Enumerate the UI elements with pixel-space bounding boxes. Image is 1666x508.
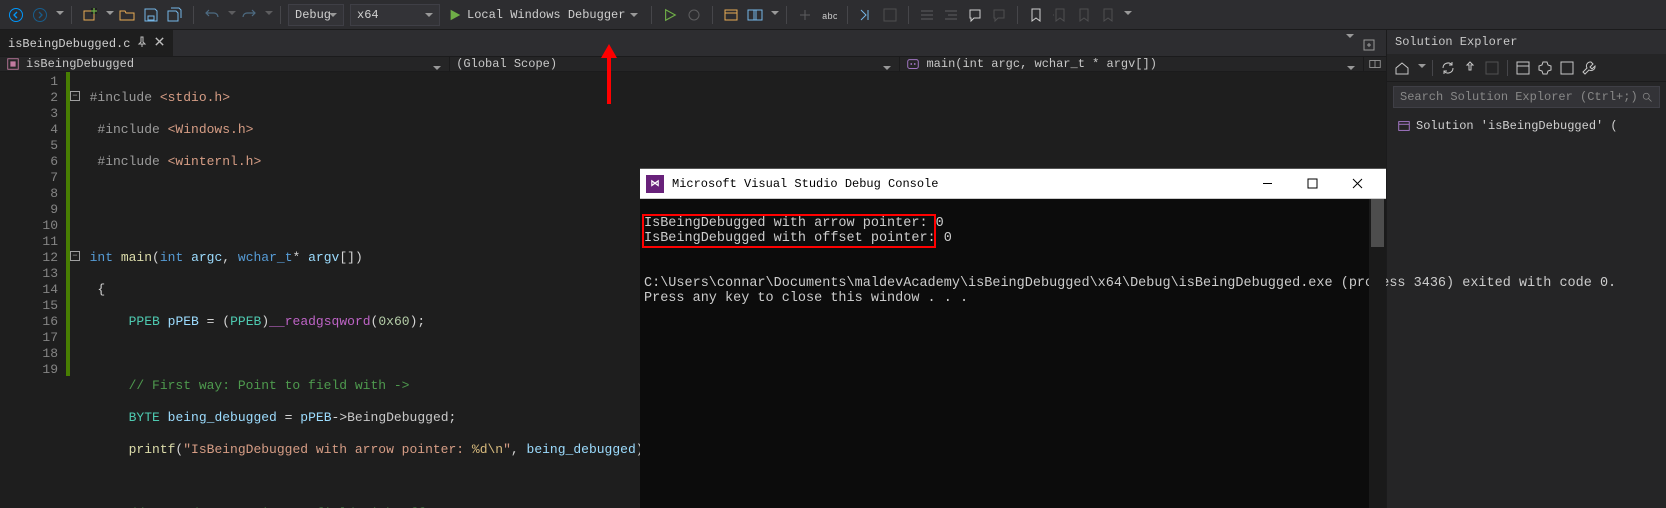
debug-console-window: ⋈ Microsoft Visual Studio Debug Console … [640,168,1386,508]
live-share-icon[interactable] [744,4,766,26]
file-tab[interactable]: isBeingDebugged.c [0,30,173,56]
refresh-icon[interactable] [1439,59,1457,77]
indent-more-icon[interactable] [940,4,962,26]
close-button[interactable] [1335,170,1380,198]
search-icon [1641,91,1653,103]
console-titlebar[interactable]: ⋈ Microsoft Visual Studio Debug Console [640,169,1386,199]
save-all-button[interactable] [164,4,186,26]
home-icon[interactable] [1393,59,1411,77]
nav-member-label: main(int argc, wchar_t * argv[]) [926,57,1156,71]
start-without-debug-button[interactable] [659,4,681,26]
svg-text:abc: abc [822,12,837,22]
active-files-dropdown[interactable] [1346,34,1354,42]
view-switch-dropdown[interactable] [1418,64,1426,72]
nav-history-dropdown[interactable] [56,11,64,19]
solution-tree[interactable]: Solution 'isBeingDebugged' ( [1387,112,1666,508]
console-scrollbar[interactable] [1369,199,1386,508]
minimize-button[interactable] [1245,170,1290,198]
outline-toggle-icon[interactable]: − [70,91,80,101]
close-tab-icon[interactable] [154,36,165,51]
save-button[interactable] [140,4,162,26]
attach-icon[interactable] [683,4,705,26]
pin-icon[interactable] [136,36,148,52]
bookmark-next-icon[interactable] [1073,4,1095,26]
hex-icon[interactable]: abc [818,4,840,26]
file-tab-label: isBeingDebugged.c [8,37,130,51]
misc-1-icon [794,4,816,26]
new-project-dropdown[interactable] [106,11,114,19]
wrench-icon[interactable] [1580,59,1598,77]
bookmark-menu-icon[interactable] [1097,4,1119,26]
nav-type-scope[interactable]: isBeingDebugged [0,57,450,71]
start-debugging-label: Local Windows Debugger [467,8,625,22]
solution-explorer-panel: Solution Explorer Search Solution Explor… [1386,30,1666,508]
browse-icon[interactable] [720,4,742,26]
sync-icon[interactable] [1461,59,1479,77]
maximize-button[interactable] [1290,170,1335,198]
solution-explorer-toolbar [1387,54,1666,82]
nav-fwd-button[interactable] [29,4,51,26]
indent-less-icon[interactable] [916,4,938,26]
document-tabstrip: isBeingDebugged.c [0,30,1386,56]
solution-search-input[interactable]: Search Solution Explorer (Ctrl+;) [1393,86,1660,108]
show-all-icon[interactable] [1514,59,1532,77]
line-number-gutter: 1 2 3 4 5 6 7 8 9 10 11 12 13 14 15 16 1 [0,72,66,508]
undo-button[interactable] [201,4,223,26]
nav-scope-label: (Global Scope) [456,57,557,71]
solution-node[interactable]: Solution 'isBeingDebugged' ( [1391,116,1662,136]
undo-drop[interactable] [228,11,236,19]
tool-a-icon [879,4,901,26]
solution-platform-dropdown[interactable]: x64 [350,4,440,26]
nav-type-scope-label: isBeingDebugged [26,57,134,71]
console-output[interactable]: IsBeingDebugged with arrow pointer: 0 Is… [640,199,1386,508]
redo-drop[interactable] [265,11,273,19]
new-project-button[interactable] [79,4,101,26]
solution-config-dropdown[interactable]: Debug [288,4,344,26]
nav-scope[interactable]: (Global Scope) [450,57,900,71]
navigation-bar: isBeingDebugged (Global Scope) main(int … [0,56,1386,72]
solution-icon [1397,119,1411,133]
nav-split-icon[interactable] [1364,57,1386,71]
uncomment-icon[interactable] [988,4,1010,26]
toolbar-overflow-1[interactable] [1124,11,1132,19]
start-debugging-button[interactable]: Local Windows Debugger [442,4,644,26]
step-into-icon[interactable] [855,4,877,26]
solution-explorer-title[interactable]: Solution Explorer [1387,30,1666,54]
properties-icon[interactable] [1536,59,1554,77]
console-title: Microsoft Visual Studio Debug Console [672,177,938,191]
outline-toggle-icon[interactable]: − [70,251,80,261]
comment-icon[interactable] [964,4,986,26]
main-toolbar: Debug x64 Local Windows Debugger abc [0,0,1666,30]
live-share-drop[interactable] [771,11,779,19]
nav-back-button[interactable] [5,4,27,26]
collapse-icon[interactable] [1483,59,1501,77]
open-file-button[interactable] [116,4,138,26]
vs-app-icon: ⋈ [646,175,664,193]
preview-icon[interactable] [1558,59,1576,77]
redo-button[interactable] [238,4,260,26]
bookmark-prev-icon[interactable] [1049,4,1071,26]
highlighted-output: IsBeingDebugged with arrow pointer: 0 Is… [644,216,934,246]
bookmark-icon[interactable] [1025,4,1047,26]
solution-node-label: Solution 'isBeingDebugged' ( [1416,119,1618,133]
solution-search-placeholder: Search Solution Explorer (Ctrl+;) [1400,90,1638,104]
promote-tab-icon[interactable] [1358,34,1380,56]
nav-member[interactable]: main(int argc, wchar_t * argv[]) [900,57,1364,71]
